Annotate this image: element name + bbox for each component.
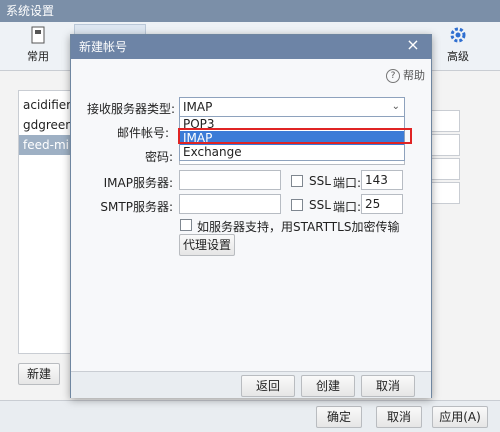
imap-server-label: IMAP服务器: — [103, 176, 173, 190]
highlight-box — [178, 128, 412, 144]
starttls-checkbox[interactable] — [180, 219, 192, 231]
dialog-footer: 返回 创建 取消 — [71, 371, 431, 398]
general-tab[interactable]: 常用 — [16, 24, 60, 68]
document-icon — [31, 26, 45, 44]
advanced-tab[interactable]: 高级 — [436, 24, 480, 68]
cancel-dialog-button[interactable]: 取消 — [361, 375, 415, 397]
imap-ssl-label: SSL — [309, 174, 331, 188]
new-account-button[interactable]: 新建 — [18, 363, 60, 385]
apply-button[interactable]: 应用(A) — [432, 406, 488, 428]
imap-ssl-checkbox[interactable] — [291, 175, 303, 187]
help-label: 帮助 — [403, 69, 425, 82]
smtp-ssl-checkbox[interactable] — [291, 199, 303, 211]
bottom-bar: 确定 取消 应用(A) — [0, 400, 500, 432]
advanced-tab-label: 高级 — [447, 50, 469, 63]
smtp-server-label: SMTP服务器: — [100, 200, 173, 214]
server-type-label: 接收服务器类型: — [86, 102, 175, 116]
proxy-settings-button[interactable]: 代理设置 — [179, 234, 235, 256]
help-link[interactable]: ? 帮助 — [386, 67, 425, 83]
dialog-title: 新建帐号 — [71, 35, 431, 59]
account-label: 邮件帐号: — [116, 126, 169, 140]
smtp-ssl-label: SSL — [309, 198, 331, 212]
imap-port-label: 端口: — [333, 176, 362, 190]
smtp-server-field[interactable] — [179, 194, 281, 214]
chevron-down-icon: ⌄ — [391, 101, 400, 112]
smtp-port-label: 端口: — [333, 200, 362, 214]
smtp-port-field[interactable]: 25 — [361, 194, 403, 214]
close-icon[interactable]: × — [405, 37, 421, 53]
option-exchange[interactable]: Exchange — [180, 145, 404, 159]
back-button[interactable]: 返回 — [241, 375, 295, 397]
imap-server-field[interactable] — [179, 170, 281, 190]
general-tab-label: 常用 — [27, 50, 49, 63]
window-title: 系统设置 — [0, 0, 500, 22]
help-icon: ? — [386, 69, 400, 83]
cancel-button[interactable]: 取消 — [376, 406, 422, 428]
gear-icon — [450, 27, 466, 43]
server-type-value: IMAP — [183, 100, 213, 114]
server-type-select[interactable]: IMAP ⌄ — [179, 97, 405, 117]
imap-port-field[interactable]: 143 — [361, 170, 403, 190]
password-label: 密码: — [144, 150, 173, 164]
ok-button[interactable]: 确定 — [316, 406, 362, 428]
new-account-dialog: 新建帐号 × ? 帮助 接收服务器类型: IMAP ⌄ 邮件帐号: 密码: POP… — [70, 34, 432, 398]
starttls-label: 如服务器支持，用STARTTLS加密传输 — [197, 220, 400, 234]
create-button[interactable]: 创建 — [301, 375, 355, 397]
